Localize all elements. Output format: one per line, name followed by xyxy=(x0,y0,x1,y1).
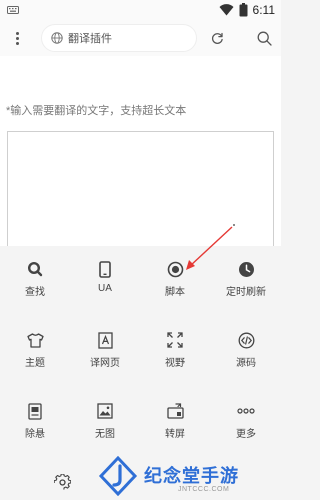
menu-item-label: 源码 xyxy=(236,358,256,369)
translate-input[interactable] xyxy=(7,131,274,246)
expand-icon xyxy=(166,331,184,349)
status-bar: 6:11 xyxy=(0,0,281,20)
menu-item-label: 主题 xyxy=(25,358,45,369)
status-time: 6:11 xyxy=(252,3,275,17)
more-vertical-icon[interactable] xyxy=(9,26,25,50)
watermark-logo xyxy=(98,456,138,496)
settings-button[interactable] xyxy=(52,472,72,492)
keyboard-icon xyxy=(7,6,19,14)
clock-icon xyxy=(237,260,255,278)
menu-item-source[interactable]: 源码 xyxy=(211,317,281,369)
address-bar[interactable]: 翻译插件 xyxy=(41,24,197,52)
menu-item-view[interactable]: 视野 xyxy=(140,317,210,369)
shirt-icon xyxy=(26,331,44,349)
image-icon xyxy=(96,402,114,420)
reload-icon xyxy=(211,32,223,44)
watermark: 纪念堂手游 JNTCCC.COM xyxy=(98,456,281,500)
menu-item-auto-refresh[interactable]: 定时刷新 xyxy=(211,246,281,298)
watermark-subtitle: JNTCCC.COM xyxy=(178,486,230,493)
menu-item-remove-float[interactable]: 除悬 xyxy=(0,388,70,440)
more-horizontal-icon xyxy=(237,402,255,420)
menu-item-rotate-screen[interactable]: 转屏 xyxy=(140,388,210,440)
menu-item-label: 脚本 xyxy=(165,287,185,298)
menu-item-label: 译网页 xyxy=(90,358,120,369)
record-icon xyxy=(166,260,184,278)
browser-toolbar: 翻译插件 xyxy=(0,20,281,56)
menu-item-more[interactable]: 更多 xyxy=(211,388,281,440)
reload-button[interactable] xyxy=(205,26,229,50)
no-float-icon xyxy=(26,402,44,420)
menu-item-theme[interactable]: 主题 xyxy=(0,317,70,369)
watermark-title: 纪念堂手游 xyxy=(144,466,239,486)
globe-icon xyxy=(51,32,63,44)
menu-item-label: 无图 xyxy=(95,429,115,440)
settings-icon xyxy=(53,473,71,490)
search-button[interactable] xyxy=(252,26,276,50)
address-bar-text: 翻译插件 xyxy=(68,33,112,45)
search-icon xyxy=(257,31,272,46)
menu-item-find[interactable]: 查找 xyxy=(0,246,70,298)
translate-hint: *输入需要翻译的文字，支持超长文本 xyxy=(6,105,187,117)
menu-item-ua[interactable]: UA xyxy=(70,246,140,298)
menu-item-label: UA xyxy=(98,283,112,294)
menu-item-no-image[interactable]: 无图 xyxy=(70,388,140,440)
rotate-screen-icon xyxy=(166,402,184,420)
wifi-icon xyxy=(219,4,234,16)
battery-icon xyxy=(239,3,248,17)
phone-icon xyxy=(96,260,114,278)
menu-item-label: 转屏 xyxy=(165,429,185,440)
menu-item-label: 查找 xyxy=(25,287,45,298)
code-icon xyxy=(237,331,255,349)
menu-item-label: 定时刷新 xyxy=(226,287,266,298)
web-page-content: *输入需要翻译的文字，支持超长文本 xyxy=(0,56,281,246)
translate-page-icon xyxy=(96,331,114,349)
menu-item-label: 更多 xyxy=(236,429,256,440)
menu-item-label: 视野 xyxy=(165,358,185,369)
menu-item-translate-page[interactable]: 译网页 xyxy=(70,317,140,369)
menu-item-script[interactable]: 脚本 xyxy=(140,246,210,298)
search-icon xyxy=(26,260,44,278)
menu-item-label: 除悬 xyxy=(25,429,45,440)
